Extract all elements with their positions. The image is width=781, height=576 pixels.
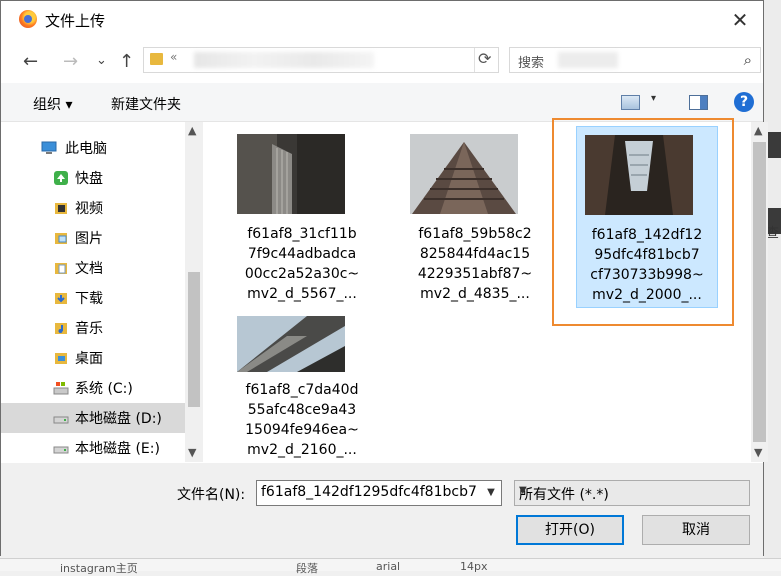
recent-locations-chevron-icon[interactable]: ⌄ — [96, 53, 107, 68]
forward-arrow-icon[interactable]: → — [63, 51, 78, 72]
background-paragraph-select: 段落 — [296, 562, 318, 575]
chevron-down-icon: ▼ — [519, 485, 527, 496]
sidebar-item-label: 本地磁盘 (E:) — [75, 441, 160, 457]
sidebar-item-label: 图片 — [75, 231, 103, 247]
pictures-folder-icon — [55, 233, 67, 244]
blurred-path — [194, 52, 374, 68]
music-folder-icon — [55, 323, 67, 334]
close-button[interactable]: ✕ — [717, 1, 763, 39]
sidebar-item-label: 快盘 — [75, 171, 103, 187]
view-options-dropdown-icon[interactable]: ▾ — [651, 93, 656, 104]
file-name: f61af8_59b58c2 825844fd4ac15 4229351abf87~… — [417, 226, 533, 302]
system-drive-icon — [53, 382, 69, 395]
new-folder-button[interactable]: 新建文件夹 — [111, 94, 181, 114]
background-editor-toolbar: instagram主页 段落 arial 14px — [0, 558, 781, 575]
back-arrow-icon[interactable]: ← — [23, 51, 38, 72]
pc-icon — [41, 141, 57, 154]
desktop-folder-icon — [55, 353, 67, 364]
drive-icon — [53, 446, 69, 454]
file-item[interactable]: f61af8_59b58c2 825844fd4ac15 4229351abf87~… — [405, 122, 545, 312]
search-input[interactable]: 搜索 ⌕ — [509, 47, 761, 73]
address-bar[interactable]: « ⟳ — [143, 47, 499, 73]
file-name: f61af8_31cf11b 7f9c44adbadca 00cc2a52a30c~… — [244, 226, 360, 302]
kuaipan-icon — [54, 171, 68, 185]
dialog-footer: 文件名(N): f61af8_142df1295dfc4f81bcb7 ▼ 所有… — [1, 463, 763, 556]
scroll-down-icon[interactable]: ▼ — [188, 446, 196, 459]
change-view-icon[interactable] — [621, 95, 640, 110]
sidebar-item-local-disk-e[interactable]: 本地磁盘 (E:) — [1, 433, 185, 463]
file-upload-dialog: 文件上传 ✕ ← → ⌄ ↑ « ⟳ 搜索 ⌕ 组织 ▾ 新建文件夹 ▾ ? 此… — [0, 0, 768, 556]
file-list-scrollbar-thumb[interactable] — [753, 142, 766, 442]
open-button[interactable]: 打开(O) — [516, 515, 624, 545]
scroll-up-icon[interactable]: ▲ — [188, 124, 196, 137]
cancel-button[interactable]: 取消 — [642, 515, 750, 545]
documents-folder-icon — [55, 263, 67, 274]
file-type-select[interactable]: 所有文件 (*.*) ▼ — [514, 480, 750, 506]
scroll-down-icon[interactable]: ▼ — [754, 446, 762, 459]
address-divider — [474, 48, 475, 72]
chevron-down-icon[interactable]: ▼ — [481, 481, 501, 505]
file-thumbnail — [237, 134, 345, 214]
firefox-icon — [19, 10, 37, 28]
sidebar-item-pictures[interactable]: 图片 — [1, 223, 185, 253]
sidebar-item-label: 此电脑 — [65, 141, 107, 157]
filename-label: 文件名(N): — [177, 487, 246, 503]
sidebar-item-label: 本地磁盘 (D:) — [75, 411, 162, 427]
title-bar[interactable]: 文件上传 ✕ — [1, 1, 763, 39]
file-item[interactable]: f61af8_31cf11b 7f9c44adbadca 00cc2a52a30c~… — [232, 122, 372, 312]
sidebar-item-desktop[interactable]: 桌面 — [1, 343, 185, 373]
search-placeholder: 搜索 — [518, 56, 545, 71]
sidebar-item-label: 音乐 — [75, 321, 103, 337]
sidebar-item-this-pc[interactable]: 此电脑 — [1, 133, 185, 163]
command-toolbar: 组织 ▾ 新建文件夹 ▾ ? — [1, 83, 763, 122]
file-thumbnail — [410, 134, 518, 214]
highlight-annotation-box — [552, 118, 734, 326]
sidebar-item-downloads[interactable]: 下载 — [1, 283, 185, 313]
sidebar-item-music[interactable]: 音乐 — [1, 313, 185, 343]
file-thumbnail — [237, 316, 345, 372]
navigation-pane: 此电脑 快盘 视频 图片 文档 下载 音乐 桌面 系统 (C:) 本地磁盘 (D… — [1, 122, 204, 462]
sidebar-item-label: 下载 — [75, 291, 103, 307]
filename-field[interactable]: f61af8_142df1295dfc4f81bcb7 ▼ — [256, 480, 502, 506]
background-size-select: 14px — [460, 560, 488, 573]
refresh-icon[interactable]: ⟳ — [478, 49, 491, 68]
search-icon[interactable]: ⌕ — [744, 51, 752, 69]
drive-icon — [53, 416, 69, 424]
navigation-scrollbar-thumb[interactable] — [188, 272, 200, 407]
downloads-folder-icon — [55, 293, 67, 304]
scroll-up-icon[interactable]: ▲ — [754, 124, 762, 137]
file-list-scrollbar[interactable]: ▲ ▼ — [751, 122, 768, 462]
file-item[interactable]: f61af8_c7da40d 55afc48ce9a43 15094fe946ea~… — [232, 304, 372, 462]
filename-value: f61af8_142df1295dfc4f81bcb7 — [261, 484, 477, 500]
sidebar-item-label: 文档 — [75, 261, 103, 277]
video-folder-icon — [55, 203, 67, 214]
navigation-scrollbar[interactable]: ▲ ▼ — [185, 122, 203, 462]
sidebar-item-kuaipan[interactable]: 快盘 — [1, 163, 185, 193]
sidebar-item-label: 视频 — [75, 201, 103, 217]
background-tab-label: instagram主页 — [60, 562, 138, 575]
background-font-select: arial — [376, 560, 401, 573]
sidebar-item-video[interactable]: 视频 — [1, 193, 185, 223]
breadcrumb-overflow-icon[interactable]: « — [170, 50, 177, 64]
sidebar-item-documents[interactable]: 文档 — [1, 253, 185, 283]
file-name: f61af8_c7da40d 55afc48ce9a43 15094fe946ea~… — [245, 382, 359, 458]
dialog-title: 文件上传 — [45, 12, 106, 30]
organize-button[interactable]: 组织 ▾ — [33, 94, 72, 114]
sidebar-item-system-c[interactable]: 系统 (C:) — [1, 373, 185, 403]
up-arrow-icon[interactable]: ↑ — [119, 51, 134, 72]
blurred-search-text — [558, 52, 618, 68]
help-icon[interactable]: ? — [734, 92, 754, 112]
preview-pane-icon[interactable] — [689, 95, 708, 110]
sidebar-item-label: 系统 (C:) — [75, 381, 133, 397]
folder-icon — [150, 53, 163, 65]
sidebar-item-local-disk-d[interactable]: 本地磁盘 (D:) — [1, 403, 185, 433]
sidebar-item-label: 桌面 — [75, 351, 103, 367]
